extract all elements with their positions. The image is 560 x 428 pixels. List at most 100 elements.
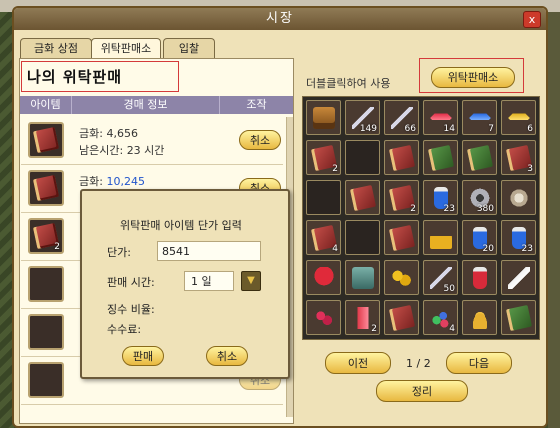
- price-label: 금화:: [79, 127, 103, 140]
- green-book-icon: [427, 144, 455, 172]
- price-value: 10,245: [106, 175, 145, 188]
- inventory-slot[interactable]: [306, 260, 341, 295]
- inventory-slot[interactable]: 3: [501, 140, 536, 175]
- inventory-slot[interactable]: 7: [462, 100, 497, 135]
- close-button[interactable]: x: [523, 11, 541, 28]
- red-book-icon: [388, 144, 416, 172]
- item-quantity: 23: [443, 204, 455, 214]
- time-left-value: 23 시간: [126, 144, 165, 157]
- column-header-auction-info: 경매 정보: [72, 96, 220, 114]
- item-quantity: 4: [449, 324, 455, 334]
- fee-rate-label: 징수 비율:: [107, 303, 155, 316]
- bag-icon: [352, 267, 374, 289]
- inventory-slot[interactable]: 149: [345, 100, 380, 135]
- item-quantity: 66: [404, 124, 416, 134]
- dropdown-arrow-icon[interactable]: ▼: [241, 271, 261, 291]
- item-slot[interactable]: [28, 362, 64, 398]
- inventory-slot[interactable]: 2: [345, 300, 380, 335]
- next-page-button[interactable]: 다음: [446, 352, 512, 374]
- inventory-slot[interactable]: 50: [423, 260, 458, 295]
- prev-page-button[interactable]: 이전: [325, 352, 391, 374]
- inventory-slot[interactable]: [345, 220, 380, 255]
- dialog-cancel-button[interactable]: 취소: [206, 346, 248, 366]
- item-quantity: 2: [410, 204, 416, 214]
- item-quantity: 20: [482, 244, 494, 254]
- item-slot[interactable]: [28, 170, 64, 206]
- inventory-slot[interactable]: 2: [384, 180, 419, 215]
- inventory-slot[interactable]: [462, 260, 497, 295]
- title-highlight-box: [21, 61, 179, 92]
- unit-price-input[interactable]: 8541: [157, 241, 261, 261]
- tab-auction[interactable]: 입찰: [163, 38, 215, 58]
- tab-consignment[interactable]: 위탁판매소: [91, 38, 161, 59]
- item-slot[interactable]: [28, 122, 64, 158]
- inventory-slot[interactable]: 23: [501, 220, 536, 255]
- red-book-icon: [388, 224, 416, 252]
- inventory-slot[interactable]: [462, 300, 497, 335]
- inventory-slot[interactable]: 380: [462, 180, 497, 215]
- background-scenery-right: [548, 12, 560, 428]
- item-quantity: 50: [443, 284, 455, 294]
- inventory-slot[interactable]: 20: [462, 220, 497, 255]
- inventory-panel: 더블클릭하여 사용 위탁판매소 149 66 14 7 6 2 3 2 23 380 4 20 23 50…: [294, 58, 542, 424]
- inventory-slot[interactable]: 2: [306, 140, 341, 175]
- consignment-button[interactable]: 위탁판매소: [431, 67, 515, 88]
- inventory-slot[interactable]: [423, 220, 458, 255]
- inventory-slot[interactable]: [306, 180, 341, 215]
- inventory-slot[interactable]: [384, 260, 419, 295]
- item-slot[interactable]: 2: [28, 218, 64, 254]
- inventory-slot[interactable]: [384, 300, 419, 335]
- inventory-slot[interactable]: 4: [423, 300, 458, 335]
- green-book-icon: [505, 304, 533, 332]
- item-quantity: 2: [54, 242, 60, 252]
- feather-icon: [508, 267, 530, 289]
- inventory-slot[interactable]: [423, 140, 458, 175]
- unit-price-label: 단가:: [107, 246, 131, 259]
- cancel-listing-button[interactable]: 취소: [239, 130, 281, 150]
- time-left-info: 남은시간: 23 시간: [79, 142, 164, 158]
- sale-time-select[interactable]: 1 일: [184, 271, 234, 291]
- unit-price-dialog: 위탁판매 아이템 단가 입력 단가: 8541 판매 시간: 1 일 ▼ 징수 …: [80, 189, 290, 379]
- red-book-icon: [349, 184, 377, 212]
- dialog-title: 위탁판매 아이템 단가 입력: [120, 219, 242, 232]
- price-value: 4,656: [106, 127, 138, 140]
- inventory-slot[interactable]: 23: [423, 180, 458, 215]
- inventory-slot[interactable]: 14: [423, 100, 458, 135]
- inventory-slot[interactable]: [345, 260, 380, 295]
- sale-time-label: 판매 시간:: [107, 276, 155, 289]
- inventory-slot[interactable]: 4: [306, 220, 341, 255]
- item-slot[interactable]: [28, 266, 64, 302]
- gold-pile-icon: [430, 227, 452, 249]
- green-book-icon: [466, 144, 494, 172]
- item-slot[interactable]: [28, 314, 64, 350]
- item-quantity: 2: [371, 324, 377, 334]
- inventory-slot[interactable]: [384, 140, 419, 175]
- inventory-slot[interactable]: [345, 140, 380, 175]
- inventory-slot[interactable]: [306, 100, 341, 135]
- double-click-hint: 더블클릭하여 사용: [306, 77, 391, 90]
- price-info: 금화: 10,245: [79, 173, 145, 189]
- price-info: 금화: 4,656: [79, 125, 138, 141]
- time-left-label: 남은시간:: [79, 144, 124, 157]
- treasure-chest-icon: [313, 107, 335, 129]
- inventory-slot[interactable]: [462, 140, 497, 175]
- inventory-slot[interactable]: [501, 300, 536, 335]
- item-quantity: 6: [527, 124, 533, 134]
- column-header-action: 조작: [220, 96, 293, 114]
- inventory-slot[interactable]: [501, 180, 536, 215]
- inventory-grid: 149 66 14 7 6 2 3 2 23 380 4 20 23 50 2 4: [302, 96, 540, 340]
- sort-button[interactable]: 정리: [376, 380, 468, 402]
- item-quantity: 7: [488, 124, 494, 134]
- inventory-slot[interactable]: 6: [501, 100, 536, 135]
- inventory-slot[interactable]: [345, 180, 380, 215]
- sell-button[interactable]: 판매: [122, 346, 164, 366]
- tab-gold-shop[interactable]: 금화 상점: [20, 38, 92, 58]
- item-quantity: 4: [332, 244, 338, 254]
- item-quantity: 23: [521, 244, 533, 254]
- item-quantity: 380: [476, 204, 494, 214]
- inventory-slot[interactable]: [501, 260, 536, 295]
- inventory-slot[interactable]: [384, 220, 419, 255]
- inventory-slot[interactable]: 66: [384, 100, 419, 135]
- inventory-slot[interactable]: [306, 300, 341, 335]
- page-indicator: 1 / 2: [406, 357, 431, 370]
